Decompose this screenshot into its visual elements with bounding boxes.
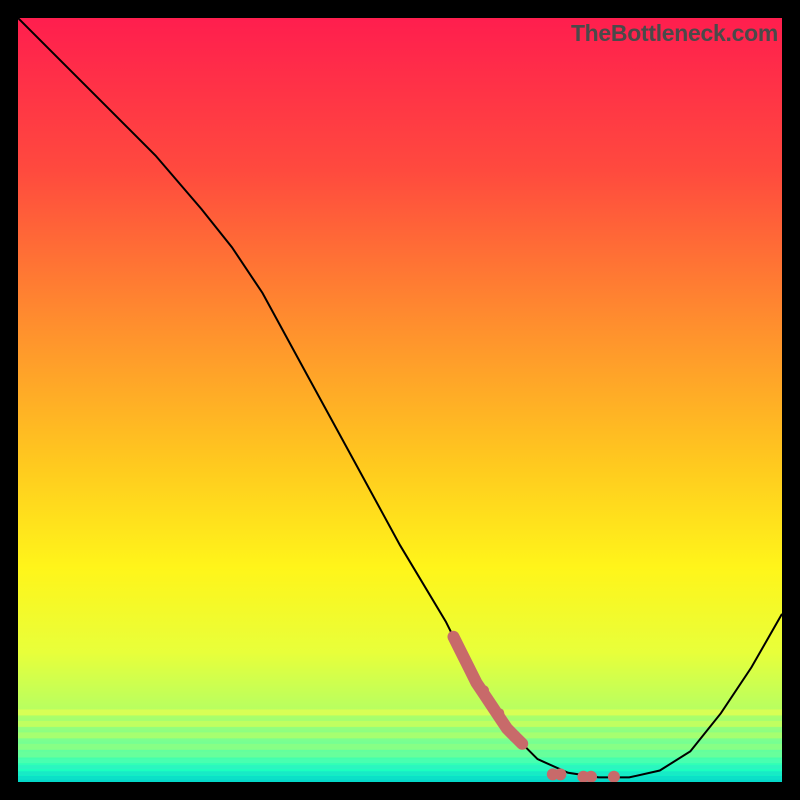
band-stripe: [18, 776, 782, 780]
chart-container: TheBottleneck.com: [0, 0, 800, 800]
band-stripe: [18, 759, 782, 763]
band-stripe: [18, 751, 782, 757]
highlight-dot: [509, 730, 521, 742]
band-stripe: [18, 744, 782, 750]
highlight-dot: [479, 685, 489, 695]
highlight-dot: [471, 678, 481, 688]
chart-svg: [18, 18, 782, 782]
highlight-dot: [554, 768, 566, 780]
band-stripe: [18, 771, 782, 775]
band-stripe: [18, 721, 782, 727]
band-stripe: [18, 732, 782, 738]
watermark-label: TheBottleneck.com: [571, 20, 778, 47]
band-stripe: [18, 709, 782, 715]
highlight-dot: [487, 701, 497, 711]
highlight-dot: [464, 662, 474, 672]
band-stripe: [18, 780, 782, 782]
plot-area: [18, 18, 782, 782]
highlight-dot: [494, 708, 504, 718]
